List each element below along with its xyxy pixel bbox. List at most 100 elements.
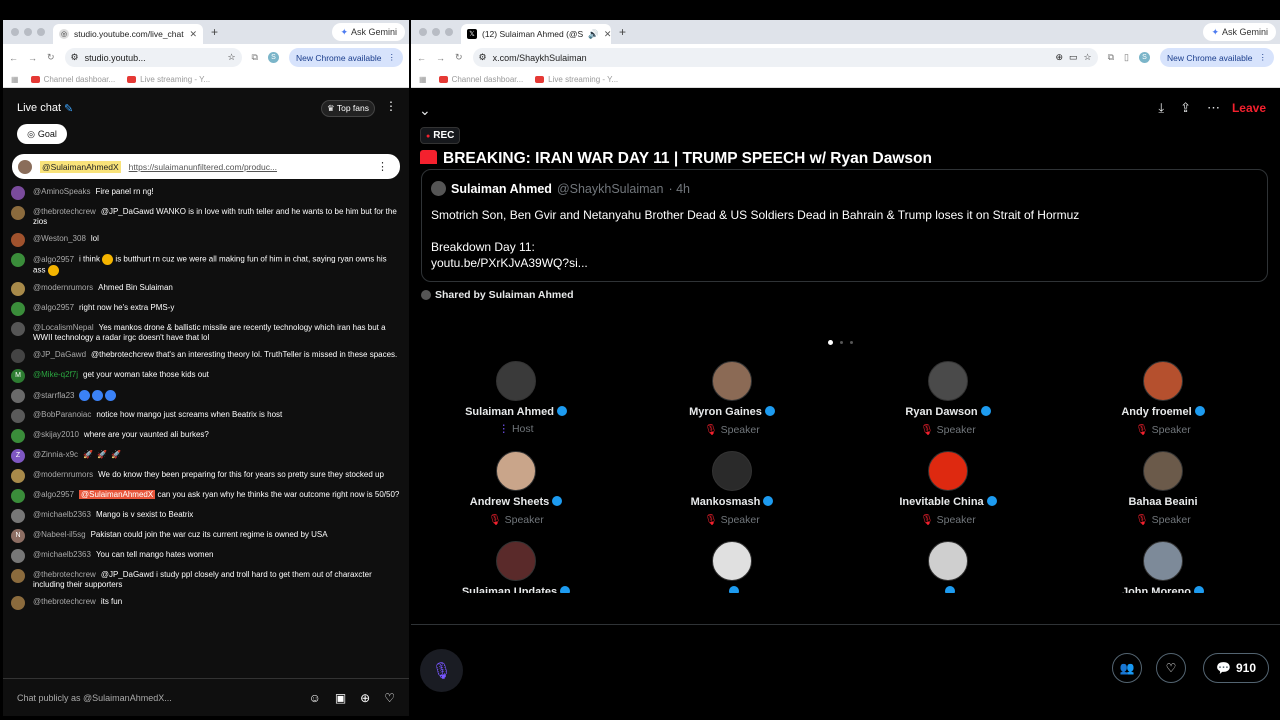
chat-input[interactable]: Chat publicly as @SulaimanAhmedX... ☺ ▣ … <box>3 678 409 716</box>
share-icon[interactable]: ⇪ <box>1180 100 1191 116</box>
avatar[interactable] <box>11 389 25 403</box>
participant[interactable] <box>848 541 1048 593</box>
avatar[interactable] <box>11 549 25 563</box>
top-fans-button[interactable]: ♛ Top fans <box>321 100 375 117</box>
chat-message[interactable]: @BobParanoiac notice how mango just screa… <box>11 409 401 423</box>
more-icon[interactable]: ⋯ <box>1207 100 1220 116</box>
participant[interactable]: Bahaa Beaini 🎙 Speaker <box>1063 451 1263 526</box>
more-options-icon[interactable]: ⋮ <box>385 99 397 113</box>
site-info-icon[interactable]: ⚙ <box>71 52 79 63</box>
avatar[interactable] <box>11 186 25 200</box>
url-field[interactable]: ⚙ x.com/ShaykhSulaiman ⊕ ▭ ☆ <box>472 48 1098 67</box>
avatar[interactable] <box>712 451 752 491</box>
chat-message[interactable]: @michaelb2363 You can tell mango hates wo… <box>11 549 401 563</box>
avatar[interactable] <box>1143 541 1183 581</box>
window-controls[interactable] <box>411 28 461 36</box>
chat-author[interactable]: @thebrotechcrew <box>33 207 96 216</box>
avatar[interactable] <box>712 361 752 401</box>
chat-message[interactable]: @Weston_308 lol <box>11 233 401 247</box>
listener-count-button[interactable]: 💬 910 <box>1203 653 1269 683</box>
bookmark-star-icon[interactable]: ☆ <box>227 52 235 63</box>
chat-message[interactable]: @JP_DaGawd @thebrotechcrew that's an inte… <box>11 349 401 363</box>
url-field[interactable]: ⚙ studio.youtub... ☆ <box>64 48 242 67</box>
bookmark-live-streaming[interactable]: Live streaming - Y... <box>127 75 210 84</box>
avatar[interactable] <box>11 302 25 316</box>
chat-author[interactable]: @modernrumors <box>33 470 93 479</box>
participant[interactable] <box>632 541 832 593</box>
microphone-icon[interactable]: 🎙 <box>420 649 463 692</box>
avatar[interactable] <box>11 489 25 503</box>
chat-message[interactable]: @AminoSpeaks Fire panel rn ng! <box>11 186 401 200</box>
chat-author[interactable]: @algo2957 <box>33 255 74 264</box>
chat-message[interactable]: @modernrumors We do know they been prepar… <box>11 469 401 483</box>
avatar[interactable] <box>496 361 536 401</box>
avatar[interactable] <box>11 509 25 523</box>
avatar[interactable] <box>11 206 25 220</box>
zoom-icon[interactable]: ⊕ <box>1055 52 1063 63</box>
chat-message[interactable]: @thebrotechcrew @JP_DaGawd WANKO is in lo… <box>11 206 401 227</box>
avatar[interactable]: N <box>11 529 25 543</box>
close-tab-icon[interactable]: ✕ <box>604 29 611 40</box>
avatar[interactable] <box>11 282 25 296</box>
participant[interactable]: Mankosmash 🎙 Speaker <box>632 451 832 526</box>
chat-message[interactable]: @michaelb2363 Mango is v sexist to Beatri… <box>11 509 401 523</box>
chat-message[interactable]: @algo2957 i think is butthurt rn cuz we w… <box>11 253 401 276</box>
chat-message[interactable]: N @Nabeel-il5sg Pakistan could join the wa… <box>11 529 401 543</box>
close-tab-icon[interactable]: ✕ <box>189 29 197 40</box>
chat-message[interactable]: @algo2957 @SulaimanAhmedX can you ask rya… <box>11 489 401 503</box>
new-tab-button[interactable]: + <box>203 25 226 39</box>
avatar[interactable] <box>11 469 25 483</box>
chat-author[interactable]: @AminoSpeaks <box>33 187 90 196</box>
cast-icon[interactable]: ▭ <box>1069 52 1078 63</box>
edit-icon[interactable]: ✎ <box>64 102 73 115</box>
speaker-icon[interactable]: 🔊 <box>588 29 599 40</box>
extensions-icon[interactable]: ⧉ <box>1108 52 1114 63</box>
participant[interactable]: Sulaiman Ahmed ⋮ Host <box>416 361 616 435</box>
chat-message[interactable]: @modernrumors Ahmed Bin Sulaiman <box>11 282 401 296</box>
back-icon[interactable]: ← <box>417 53 426 63</box>
bookmark-live-streaming[interactable]: Live streaming - Y... <box>535 75 618 84</box>
participant[interactable]: Andy froemel 🎙 Speaker <box>1063 361 1263 436</box>
chat-author[interactable]: @skijay2010 <box>33 430 79 439</box>
chat-author[interactable]: @modernrumors <box>33 283 93 292</box>
chat-author[interactable]: @starrfla23 <box>33 391 74 400</box>
pinned-menu-icon[interactable]: ⋮ <box>377 160 388 173</box>
chat-author[interactable]: @thebrotechcrew <box>33 570 96 579</box>
participant[interactable]: Myron Gaines 🎙 Speaker <box>632 361 832 436</box>
avatar[interactable] <box>11 349 25 363</box>
avatar[interactable] <box>712 541 752 581</box>
bookmark-star-icon[interactable]: ☆ <box>1084 52 1092 63</box>
avatar[interactable] <box>1143 361 1183 401</box>
avatar[interactable] <box>11 253 25 267</box>
leave-button[interactable]: Leave <box>1232 101 1266 115</box>
reload-icon[interactable]: ↻ <box>455 52 463 63</box>
ask-gemini-button[interactable]: ✦ Ask Gemini <box>332 23 405 41</box>
chat-message[interactable]: @thebrotechcrew its fun <box>11 596 401 610</box>
avatar[interactable] <box>928 451 968 491</box>
avatar[interactable] <box>1143 451 1183 491</box>
chat-author[interactable]: @algo2957 <box>33 490 74 499</box>
avatar[interactable] <box>11 409 25 423</box>
participant[interactable]: Sulaiman Updates <box>416 541 616 593</box>
chat-author[interactable]: @Mike-q2f7j <box>33 370 78 379</box>
chat-author[interactable]: @Zinnia-x9c <box>33 450 78 459</box>
avatar[interactable] <box>11 322 25 336</box>
pinned-message[interactable]: @SulaimanAhmedX https://sulaimanunfilter… <box>12 154 400 179</box>
sidepanel-icon[interactable]: ▯ <box>1124 52 1129 63</box>
bookmark-channel-dashboard[interactable]: Channel dashboar... <box>438 75 523 84</box>
chevron-down-icon[interactable]: ⌄ <box>419 102 431 119</box>
chat-author[interactable]: @michaelb2363 <box>33 550 91 559</box>
participant[interactable]: Andrew Sheets 🎙 Speaker <box>416 451 616 526</box>
new-chrome-button[interactable]: New Chrome available ⋮ <box>1159 48 1274 67</box>
tab-youtube-live-chat[interactable]: ◎ studio.youtube.com/live_chat ✕ <box>53 24 203 44</box>
pinned-post[interactable]: Sulaiman Ahmed @ShaykhSulaiman · 4h Smot… <box>421 169 1268 282</box>
chat-message[interactable]: Z @Zinnia-x9c 🚀 🚀 🚀 <box>11 449 401 463</box>
extensions-icon[interactable]: ⧉ <box>252 52 258 63</box>
site-info-icon[interactable]: ⚙ <box>479 52 487 63</box>
gift-icon[interactable]: ⊕ <box>360 691 370 705</box>
avatar[interactable] <box>11 569 25 583</box>
forward-icon[interactable]: → <box>436 53 445 63</box>
back-icon[interactable]: ← <box>9 53 18 63</box>
chat-message[interactable]: @starrfla23 <box>11 389 401 403</box>
chat-author[interactable]: @algo2957 <box>33 303 74 312</box>
